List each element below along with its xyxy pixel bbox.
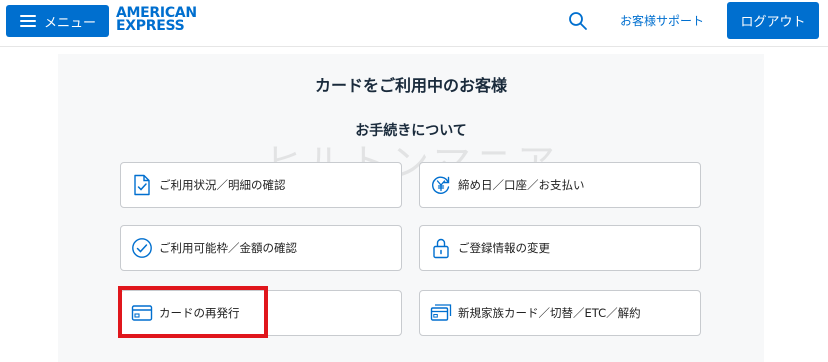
- logo-line2: EXPRESS: [116, 18, 185, 34]
- document-check-icon: [131, 174, 153, 196]
- tile-billing-payment[interactable]: 締め日／口座／お支払い: [419, 162, 701, 208]
- section-title: お手続きについて: [355, 123, 467, 139]
- logout-button[interactable]: ログアウト: [727, 2, 819, 39]
- tile-label: ご登録情報の変更: [458, 241, 550, 255]
- tile-usage-statement[interactable]: ご利用状況／明細の確認: [120, 162, 402, 208]
- hamburger-icon: [20, 15, 36, 27]
- tile-label: 締め日／口座／お支払い: [458, 178, 585, 192]
- menu-button[interactable]: メニュー: [6, 5, 109, 37]
- check-circle-icon: [131, 237, 153, 259]
- amex-logo[interactable]: AMERICAN EXPRESS: [116, 6, 197, 34]
- lock-icon: [430, 237, 452, 259]
- tile-label: ご利用状況／明細の確認: [159, 178, 286, 192]
- tile-label: ご利用可能枠／金額の確認: [159, 241, 297, 255]
- yen-cycle-icon: [430, 174, 452, 196]
- menu-button-label: メニュー: [44, 15, 97, 31]
- tile-registration-change[interactable]: ご登録情報の変更: [419, 225, 701, 271]
- tile-credit-limit[interactable]: ご利用可能枠／金額の確認: [120, 225, 402, 271]
- cards-stack-icon: [430, 302, 452, 324]
- customer-support-link[interactable]: お客様サポート: [620, 12, 704, 29]
- tile-label: 新規家族カード／切替／ETC／解約: [458, 306, 641, 320]
- search-icon[interactable]: [567, 10, 589, 32]
- page-title: カードをご利用中のお客様: [314, 76, 507, 95]
- tile-family-card-etc[interactable]: 新規家族カード／切替／ETC／解約: [419, 290, 701, 336]
- top-header: メニュー AMERICAN EXPRESS お客様サポート ログアウト: [0, 0, 828, 47]
- highlight-box: [118, 286, 268, 338]
